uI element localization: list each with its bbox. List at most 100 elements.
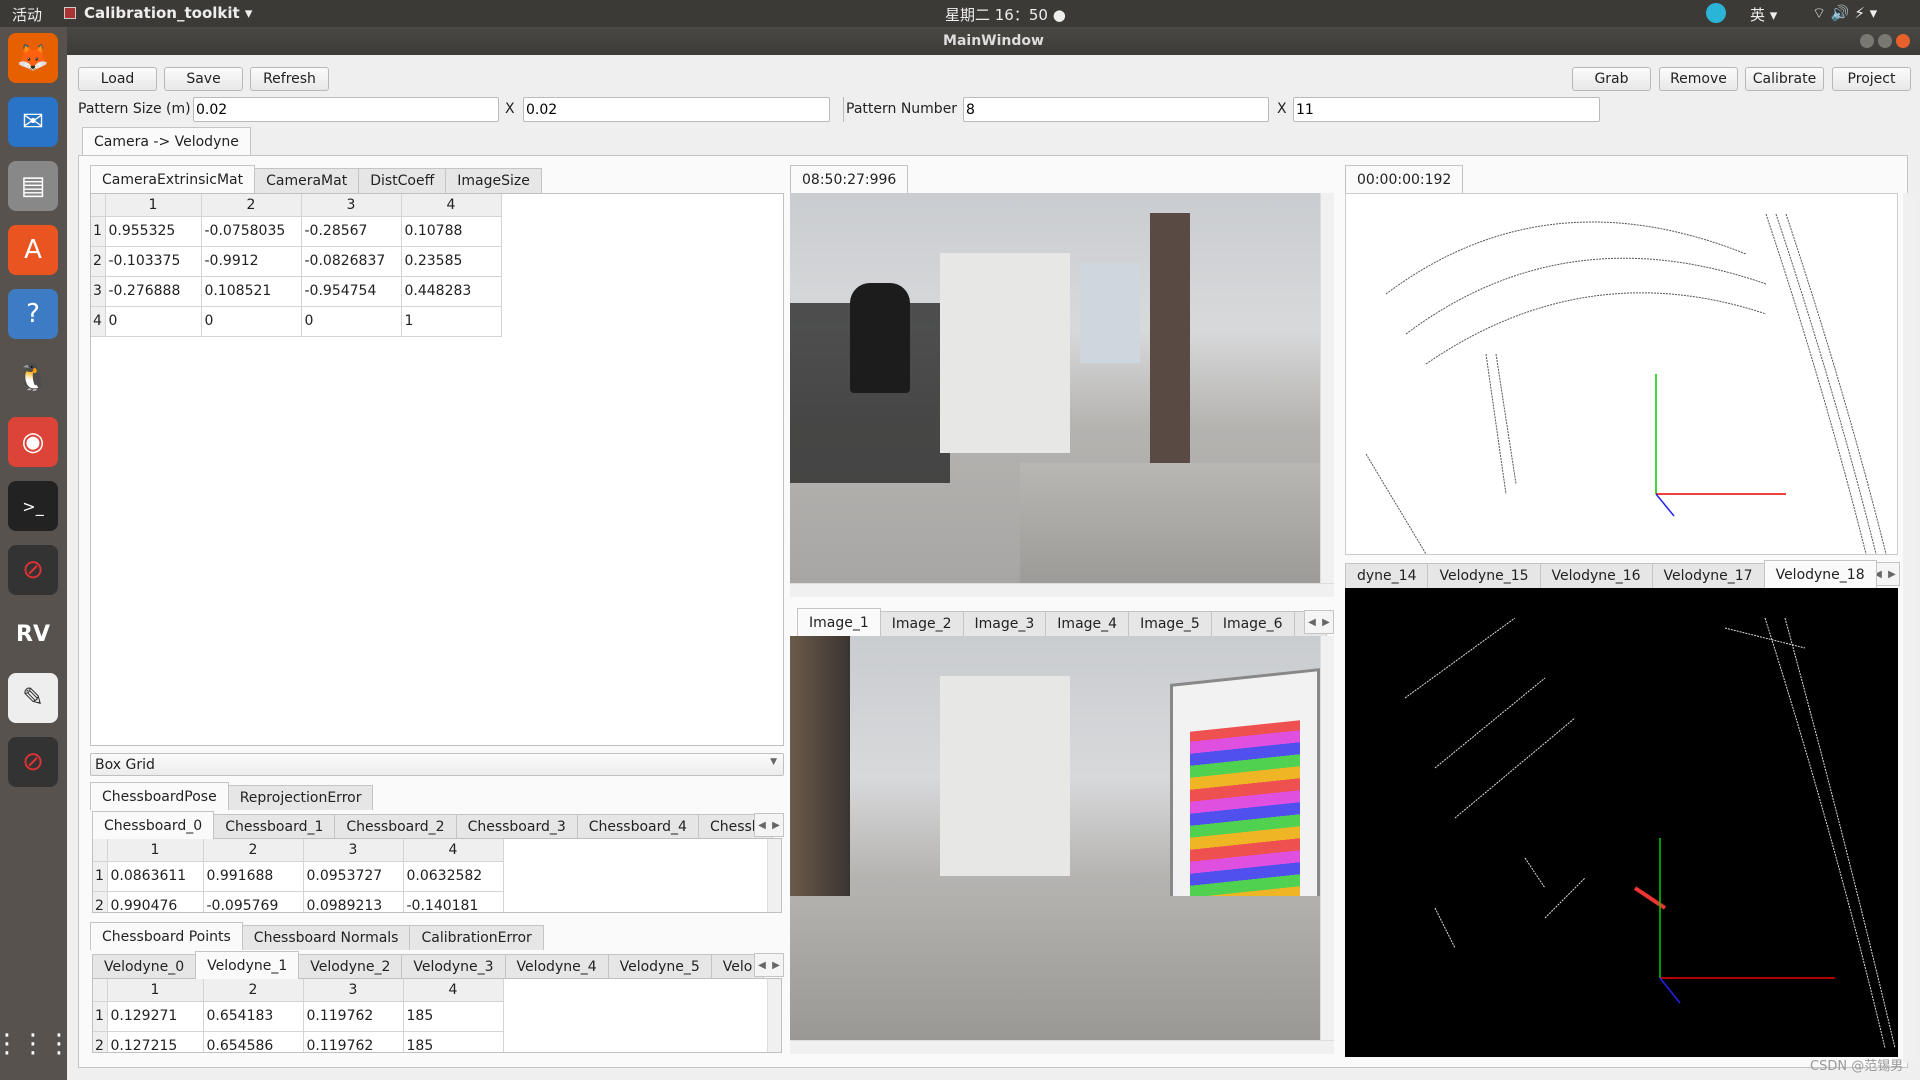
chessboard-tab[interactable]: Chessboard_0: [92, 811, 215, 839]
table-cell[interactable]: 0.10788: [401, 216, 502, 247]
load-button[interactable]: Load: [78, 67, 157, 91]
image-tab[interactable]: Image_6: [1210, 611, 1295, 636]
tab-scroll-arrows[interactable]: ◀ ▶: [754, 953, 784, 977]
points-tab[interactable]: CalibrationError: [409, 925, 544, 950]
table-cell[interactable]: 0: [301, 306, 402, 337]
column-header[interactable]: 2: [201, 194, 302, 217]
table-cell[interactable]: -0.954754: [301, 276, 402, 307]
project-button[interactable]: Project: [1832, 67, 1911, 91]
files-icon[interactable]: ▤: [8, 161, 58, 211]
vertical-scrollbar[interactable]: [767, 839, 781, 912]
vertical-scrollbar[interactable]: [767, 979, 781, 1052]
table-cell[interactable]: 0.654183: [203, 1001, 304, 1032]
table-cell[interactable]: 0.654586: [203, 1031, 304, 1052]
velodyne-tab[interactable]: Velodyne_17: [1651, 563, 1765, 588]
table-cell[interactable]: -0.28567: [301, 216, 402, 247]
tray-app-icon[interactable]: [1706, 3, 1726, 23]
tab-camera-velodyne[interactable]: Camera -> Velodyne: [82, 127, 251, 155]
text-editor-icon[interactable]: ✎: [8, 673, 58, 723]
refresh-button[interactable]: Refresh: [250, 67, 329, 91]
chevron-left-icon[interactable]: ◀: [758, 960, 766, 971]
horizontal-scrollbar[interactable]: [790, 583, 1334, 597]
row-header[interactable]: 1: [93, 1001, 108, 1032]
column-header[interactable]: 1: [105, 194, 202, 217]
image-tab[interactable]: Image_4: [1045, 611, 1130, 636]
table-cell[interactable]: -0.0826837: [301, 246, 402, 277]
image-tab[interactable]: Image_1: [797, 608, 881, 636]
table-cell[interactable]: 0.127215: [107, 1031, 204, 1052]
table-cell[interactable]: 0.129271: [107, 1001, 204, 1032]
table-cell[interactable]: 0: [105, 306, 202, 337]
grab-button[interactable]: Grab: [1572, 67, 1651, 91]
table-cell[interactable]: -0.0758035: [201, 216, 302, 247]
calibration-tab[interactable]: DistCoeff: [358, 168, 447, 193]
table-cell[interactable]: 0.108521: [201, 276, 302, 307]
table-cell[interactable]: 0.0863611: [107, 861, 204, 892]
column-header[interactable]: 4: [403, 979, 504, 1002]
qq-icon[interactable]: 🐧: [8, 353, 58, 403]
lidar-view-selected[interactable]: [1345, 588, 1898, 1057]
app-menu[interactable]: Calibration_toolkit ▾: [84, 4, 252, 22]
rviz-icon[interactable]: RV: [8, 609, 58, 659]
row-header[interactable]: 4: [91, 306, 106, 337]
thunderbird-icon[interactable]: ✉: [8, 97, 58, 147]
row-header[interactable]: 1: [91, 216, 106, 247]
maximize-icon[interactable]: [1878, 34, 1892, 48]
velodyne-tab[interactable]: Velodyne_4: [504, 954, 609, 979]
table-cell[interactable]: 0.0632582: [403, 861, 504, 892]
chessboard-points-table[interactable]: 1 2 3 4 1 0.129271 0.654183 0.119762 185 2 0.12721…: [92, 978, 782, 1053]
firefox-icon[interactable]: 🦊: [8, 33, 58, 83]
column-header[interactable]: 4: [403, 839, 504, 862]
table-cell[interactable]: 0.955325: [105, 216, 202, 247]
chevron-right-icon[interactable]: ▶: [1322, 617, 1330, 628]
column-header[interactable]: 3: [301, 194, 402, 217]
velodyne-tab[interactable]: Velodyne_1: [195, 951, 300, 979]
activities-button[interactable]: 活动: [12, 4, 42, 25]
row-header[interactable]: 2: [93, 1031, 108, 1052]
table-cell[interactable]: 0.990476: [107, 891, 204, 912]
table-cell[interactable]: 0.448283: [401, 276, 502, 307]
image-tab[interactable]: Image_2: [879, 611, 964, 636]
calibration-tab[interactable]: CameraMat: [254, 168, 360, 193]
chessboard-tab[interactable]: Chessboard_1: [213, 814, 336, 839]
software-icon[interactable]: A: [8, 225, 58, 275]
chevron-right-icon[interactable]: ▶: [772, 820, 780, 831]
velodyne-tab[interactable]: Velodyne_3: [401, 954, 506, 979]
vertical-scrollbar[interactable]: [1320, 636, 1334, 1040]
calibration-tab[interactable]: CameraExtrinsicMat: [90, 165, 256, 193]
table-cell[interactable]: 185: [403, 1001, 504, 1032]
chessboard-tab[interactable]: Chessboard_2: [334, 814, 457, 839]
pattern-number-x-input[interactable]: [963, 97, 1269, 122]
horizontal-scrollbar[interactable]: [790, 1040, 1334, 1054]
table-cell[interactable]: -0.276888: [105, 276, 202, 307]
column-header[interactable]: 3: [303, 839, 404, 862]
table-cell[interactable]: 0.23585: [401, 246, 502, 277]
pose-tab[interactable]: ReprojectionError: [227, 785, 374, 810]
tab-camera-timestamp[interactable]: 08:50:27:996: [790, 165, 909, 193]
velodyne-tab[interactable]: Velodyne_5: [607, 954, 712, 979]
table-cell[interactable]: -0.140181: [403, 891, 504, 912]
velodyne-tab[interactable]: Velodyne_15: [1427, 563, 1541, 588]
chevron-left-icon[interactable]: ◀: [1308, 617, 1316, 628]
tab-scroll-arrows[interactable]: ◀ ▶: [1304, 610, 1334, 634]
row-header[interactable]: 1: [93, 861, 108, 892]
vertical-scrollbar[interactable]: [1903, 193, 1917, 1063]
status-menu[interactable]: ⌔ 🔊 ⚡ ▾: [1812, 4, 1877, 23]
lidar-view-live[interactable]: [1345, 193, 1898, 555]
tab-lidar-timestamp[interactable]: 00:00:00:192: [1345, 165, 1464, 193]
points-tab[interactable]: Chessboard Normals: [241, 925, 411, 950]
table-cell[interactable]: 0.0953727: [303, 861, 404, 892]
chevron-right-icon[interactable]: ▶: [772, 960, 780, 971]
table-cell[interactable]: 0: [201, 306, 302, 337]
table-cell[interactable]: 0.119762: [303, 1031, 404, 1052]
image-tab[interactable]: Image_5: [1128, 611, 1212, 636]
column-header[interactable]: 1: [107, 839, 204, 862]
row-header[interactable]: 3: [91, 276, 106, 307]
remove-button[interactable]: Remove: [1659, 67, 1738, 91]
chrome-icon[interactable]: ◉: [8, 417, 58, 467]
clock[interactable]: 星期二 16：50 ●: [945, 4, 1066, 25]
row-header[interactable]: 2: [91, 246, 106, 277]
pattern-number-y-input[interactable]: [1293, 97, 1600, 122]
column-header[interactable]: 2: [203, 839, 304, 862]
save-button[interactable]: Save: [164, 67, 243, 91]
